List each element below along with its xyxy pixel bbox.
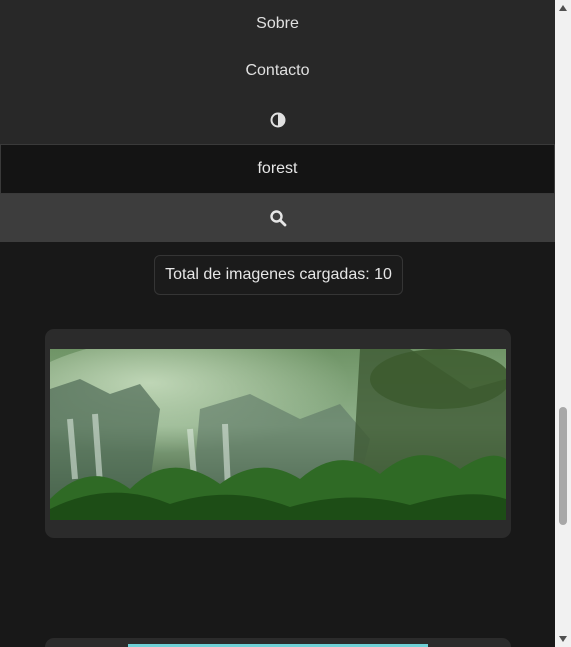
- search-button[interactable]: [0, 194, 555, 242]
- nav-link-sobre[interactable]: Sobre: [0, 0, 555, 47]
- scrollbar-thumb[interactable]: [559, 407, 567, 525]
- scroll-down-arrow-icon[interactable]: [555, 631, 571, 647]
- images-loaded-counter: Total de imagenes cargadas: 10: [154, 255, 403, 295]
- image-card[interactable]: [45, 329, 511, 538]
- contrast-icon: [270, 112, 285, 127]
- image-card[interactable]: [45, 638, 511, 647]
- forest-waterfall-image[interactable]: [50, 349, 506, 520]
- search-input[interactable]: forest: [0, 144, 555, 194]
- vertical-scrollbar[interactable]: [555, 0, 571, 647]
- theme-toggle-button[interactable]: [0, 95, 555, 144]
- search-icon: [269, 210, 286, 227]
- nav-link-contacto[interactable]: Contacto: [0, 47, 555, 95]
- scroll-up-arrow-icon[interactable]: [555, 0, 571, 16]
- page: Sobre Contacto forest Total de imagenes …: [0, 0, 555, 647]
